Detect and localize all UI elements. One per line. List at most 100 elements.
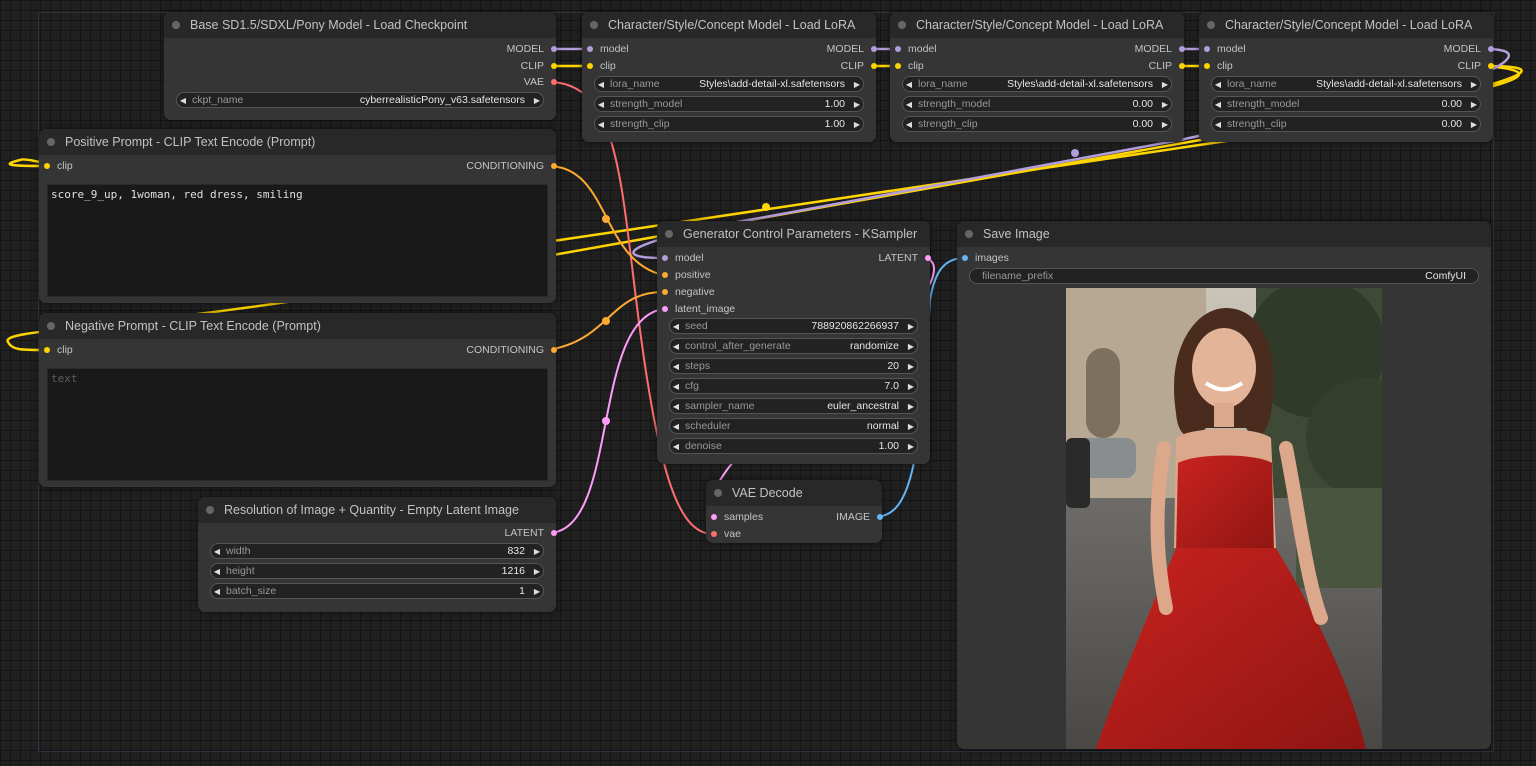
node-load-checkpoint[interactable]: Base SD1.5/SDXL/Pony Model - Load Checkp… [164, 12, 557, 120]
strength-clip-number[interactable]: ◀ strength_clip 0.00 ▶ [902, 116, 1172, 132]
input-clip[interactable]: clip [1204, 58, 1233, 74]
sampler-name-combo[interactable]: ◀ sampler_name euler_ancestral ▶ [669, 398, 918, 414]
lora-name-combo[interactable]: ◀ lora_name Styles\add-detail-xl.safetenso… [902, 76, 1172, 92]
decrement-arrow-icon[interactable]: ◀ [211, 567, 223, 576]
node-title[interactable]: Negative Prompt - CLIP Text Encode (Prom… [39, 313, 556, 339]
increment-arrow-icon[interactable]: ▶ [905, 322, 917, 331]
increment-arrow-icon[interactable]: ▶ [905, 362, 917, 371]
input-model[interactable]: model [1204, 41, 1246, 57]
node-load-lora-1[interactable]: Character/Style/Concept Model - Load LoR… [582, 12, 877, 142]
node-negative-prompt[interactable]: Negative Prompt - CLIP Text Encode (Prom… [39, 313, 557, 487]
slot-dot[interactable] [551, 63, 557, 69]
node-graph-canvas[interactable]: Base SD1.5/SDXL/Pony Model - Load Checkp… [0, 0, 1536, 766]
increment-arrow-icon[interactable]: ▶ [531, 547, 543, 556]
steps-number[interactable]: ◀ steps 20 ▶ [669, 358, 918, 374]
slot-dot[interactable] [587, 63, 593, 69]
decrement-arrow-icon[interactable]: ◀ [595, 120, 607, 129]
node-title[interactable]: Save Image [957, 221, 1491, 247]
output-latent[interactable]: LATENT [505, 525, 557, 541]
input-negative[interactable]: negative [662, 284, 715, 300]
output-clip[interactable]: CLIP [1458, 58, 1494, 74]
decrement-arrow-icon[interactable]: ◀ [670, 382, 682, 391]
node-title[interactable]: Character/Style/Concept Model - Load LoR… [582, 12, 876, 38]
node-ksampler[interactable]: Generator Control Parameters - KSampler … [657, 221, 931, 464]
height-number[interactable]: ◀ height 1216 ▶ [210, 563, 544, 579]
increment-arrow-icon[interactable]: ▶ [531, 567, 543, 576]
slot-dot[interactable] [551, 347, 557, 353]
increment-arrow-icon[interactable]: ▶ [851, 80, 863, 89]
increment-arrow-icon[interactable]: ▶ [905, 442, 917, 451]
slot-dot[interactable] [877, 514, 883, 520]
filename-prefix-text[interactable]: filename_prefix ComfyUI [969, 268, 1479, 284]
decrement-arrow-icon[interactable]: ◀ [1212, 80, 1224, 89]
node-load-lora-2[interactable]: Character/Style/Concept Model - Load LoR… [890, 12, 1185, 142]
slot-dot[interactable] [551, 530, 557, 536]
strength-model-number[interactable]: ◀ strength_model 0.00 ▶ [1211, 96, 1481, 112]
increment-arrow-icon[interactable]: ▶ [1468, 80, 1480, 89]
node-title[interactable]: Generator Control Parameters - KSampler [657, 221, 930, 247]
denoise-number[interactable]: ◀ denoise 1.00 ▶ [669, 438, 918, 454]
node-title[interactable]: Resolution of Image + Quantity - Empty L… [198, 497, 556, 523]
slot-dot[interactable] [1179, 46, 1185, 52]
node-load-lora-3[interactable]: Character/Style/Concept Model - Load LoR… [1199, 12, 1494, 142]
output-image[interactable]: IMAGE [836, 509, 883, 525]
output-latent[interactable]: LATENT [879, 250, 931, 266]
slot-dot[interactable] [551, 79, 557, 85]
output-clip[interactable]: CLIP [521, 58, 557, 74]
decrement-arrow-icon[interactable]: ◀ [670, 402, 682, 411]
slot-dot[interactable] [962, 255, 968, 261]
slot-dot[interactable] [1488, 63, 1494, 69]
slot-dot[interactable] [587, 46, 593, 52]
slot-dot[interactable] [895, 63, 901, 69]
decrement-arrow-icon[interactable]: ◀ [670, 442, 682, 451]
slot-dot[interactable] [1204, 46, 1210, 52]
slot-dot[interactable] [662, 255, 668, 261]
output-model[interactable]: MODEL [827, 41, 877, 57]
strength-clip-number[interactable]: ◀ strength_clip 1.00 ▶ [594, 116, 864, 132]
increment-arrow-icon[interactable]: ▶ [905, 402, 917, 411]
node-vae-decode[interactable]: VAE Decode samples vae IMAGE [706, 480, 883, 543]
output-model[interactable]: MODEL [1444, 41, 1494, 57]
node-title[interactable]: Base SD1.5/SDXL/Pony Model - Load Checkp… [164, 12, 556, 38]
collapse-dot[interactable] [172, 21, 180, 29]
batch-size-number[interactable]: ◀ batch_size 1 ▶ [210, 583, 544, 599]
collapse-dot[interactable] [47, 322, 55, 330]
scheduler-combo[interactable]: ◀ scheduler normal ▶ [669, 418, 918, 434]
slot-dot[interactable] [711, 514, 717, 520]
decrement-arrow-icon[interactable]: ◀ [670, 322, 682, 331]
node-title[interactable]: VAE Decode [706, 480, 882, 506]
lora-name-combo[interactable]: ◀ lora_name Styles\add-detail-xl.safetenso… [1211, 76, 1481, 92]
slot-dot[interactable] [1204, 63, 1210, 69]
slot-dot[interactable] [1488, 46, 1494, 52]
input-images[interactable]: images [962, 250, 1009, 266]
decrement-arrow-icon[interactable]: ◀ [177, 96, 189, 105]
input-clip[interactable]: clip [587, 58, 616, 74]
input-model[interactable]: model [895, 41, 937, 57]
input-clip[interactable]: clip [895, 58, 924, 74]
output-clip[interactable]: CLIP [1149, 58, 1185, 74]
slot-dot[interactable] [662, 289, 668, 295]
generated-image-preview[interactable] [1066, 288, 1382, 749]
slot-dot[interactable] [871, 63, 877, 69]
decrement-arrow-icon[interactable]: ◀ [670, 422, 682, 431]
increment-arrow-icon[interactable]: ▶ [531, 587, 543, 596]
lora-name-combo[interactable]: ◀ lora_name Styles\add-detail-xl.safetenso… [594, 76, 864, 92]
collapse-dot[interactable] [206, 506, 214, 514]
input-latent-image[interactable]: latent_image [662, 301, 735, 317]
output-conditioning[interactable]: CONDITIONING [466, 158, 557, 174]
node-title[interactable]: Character/Style/Concept Model - Load LoR… [1199, 12, 1493, 38]
prompt-textarea[interactable]: text [47, 368, 548, 481]
decrement-arrow-icon[interactable]: ◀ [1212, 100, 1224, 109]
output-model[interactable]: MODEL [1135, 41, 1185, 57]
node-empty-latent-image[interactable]: Resolution of Image + Quantity - Empty L… [198, 497, 557, 612]
strength-model-number[interactable]: ◀ strength_model 0.00 ▶ [902, 96, 1172, 112]
slot-dot[interactable] [662, 272, 668, 278]
slot-dot[interactable] [44, 347, 50, 353]
input-positive[interactable]: positive [662, 267, 711, 283]
increment-arrow-icon[interactable]: ▶ [1468, 120, 1480, 129]
increment-arrow-icon[interactable]: ▶ [905, 382, 917, 391]
slot-dot[interactable] [44, 163, 50, 169]
decrement-arrow-icon[interactable]: ◀ [903, 100, 915, 109]
decrement-arrow-icon[interactable]: ◀ [595, 80, 607, 89]
slot-dot[interactable] [1179, 63, 1185, 69]
